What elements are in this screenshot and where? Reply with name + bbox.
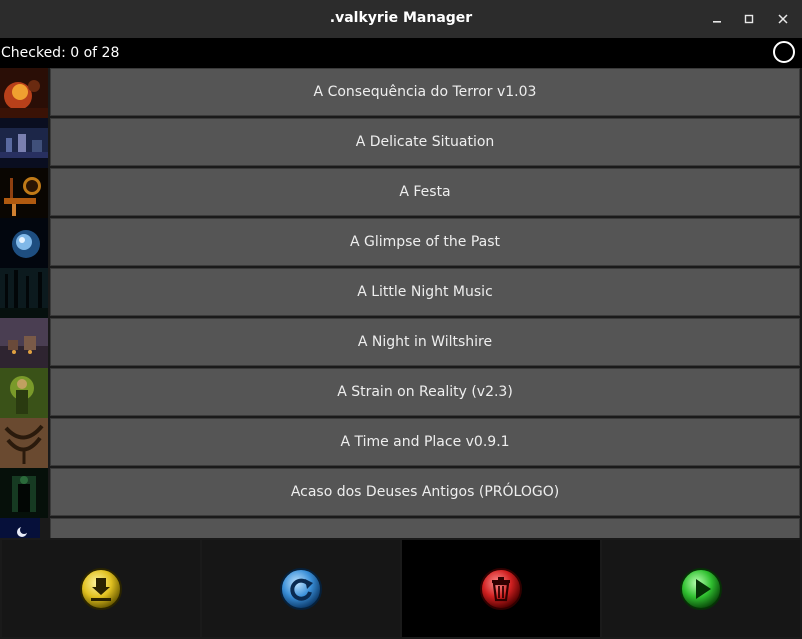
list-item: A Strain on Reality (v2.3) <box>0 368 802 418</box>
list-item <box>0 518 802 538</box>
scenario-thumbnail <box>0 118 48 168</box>
scenario-thumbnail <box>0 368 48 418</box>
list-item: A Time and Place v0.9.1 <box>0 418 802 468</box>
scenario-thumbnail <box>0 418 48 468</box>
play-icon <box>680 567 722 610</box>
list-item: A Night in Wiltshire <box>0 318 802 368</box>
delete-icon <box>480 567 522 610</box>
action-bar <box>0 538 802 639</box>
scenario-thumbnail <box>0 518 48 538</box>
scenario-thumbnail <box>0 218 48 268</box>
scenario-thumbnail <box>0 68 48 118</box>
scenario-button[interactable]: A Glimpse of the Past <box>50 218 800 266</box>
download-icon <box>80 567 122 610</box>
scenario-button[interactable] <box>50 518 800 538</box>
status-bar: Checked: 0 of 28 <box>0 38 802 68</box>
list-item: A Glimpse of the Past <box>0 218 802 268</box>
title-bar: .valkyrie Manager <box>0 0 802 38</box>
maximize-button[interactable] <box>738 8 760 30</box>
download-button[interactable] <box>2 540 200 637</box>
scenario-button[interactable]: A Little Night Music <box>50 268 800 316</box>
scenario-thumbnail <box>0 168 48 218</box>
delete-button[interactable] <box>402 540 600 637</box>
minimize-button[interactable] <box>706 8 728 30</box>
maximize-icon <box>744 14 754 24</box>
scenario-button[interactable]: A Night in Wiltshire <box>50 318 800 366</box>
scenario-button[interactable]: A Strain on Reality (v2.3) <box>50 368 800 416</box>
window-title: .valkyrie Manager <box>329 10 473 26</box>
scenario-thumbnail <box>0 268 48 318</box>
checked-count: Checked: 0 of 28 <box>1 45 120 61</box>
minimize-icon <box>713 21 721 23</box>
scenario-button[interactable]: Acaso dos Deuses Antigos (PRÓLOGO) <box>50 468 800 516</box>
scenario-button[interactable]: A Festa <box>50 168 800 216</box>
scenario-thumbnail <box>0 468 48 518</box>
refresh-button[interactable] <box>202 540 400 637</box>
select-all-toggle[interactable] <box>773 41 795 63</box>
list-item: A Delicate Situation <box>0 118 802 168</box>
list-item: A Festa <box>0 168 802 218</box>
close-icon <box>778 14 788 24</box>
play-button[interactable] <box>602 540 800 637</box>
scenario-button[interactable]: A Consequência do Terror v1.03 <box>50 68 800 116</box>
scenario-list[interactable]: A Consequência do Terror v1.03 A Delicat… <box>0 68 802 538</box>
scenario-button[interactable]: A Delicate Situation <box>50 118 800 166</box>
list-item: A Consequência do Terror v1.03 <box>0 68 802 118</box>
list-item: Acaso dos Deuses Antigos (PRÓLOGO) <box>0 468 802 518</box>
close-button[interactable] <box>772 8 794 30</box>
scenario-button[interactable]: A Time and Place v0.9.1 <box>50 418 800 466</box>
refresh-icon <box>280 567 322 610</box>
list-item: A Little Night Music <box>0 268 802 318</box>
scenario-thumbnail <box>0 318 48 368</box>
